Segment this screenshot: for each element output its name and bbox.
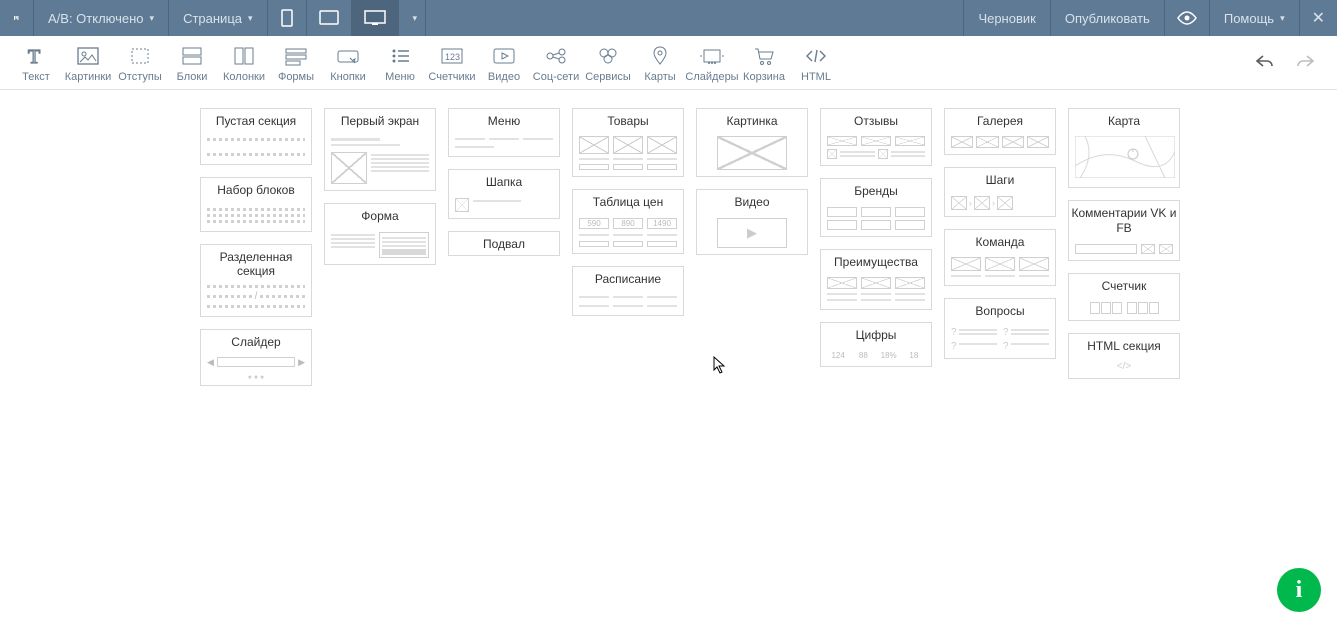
publish-button[interactable]: Опубликовать	[1051, 0, 1165, 36]
tool-services[interactable]: Сервисы	[582, 36, 634, 90]
device-tablet[interactable]	[307, 0, 352, 36]
block-map[interactable]: Карта	[1068, 108, 1180, 188]
tool-spacing[interactable]: Отступы	[114, 36, 166, 90]
block-steps[interactable]: Шаги ››	[944, 167, 1056, 216]
help-menu[interactable]: Помощь▾	[1210, 0, 1300, 36]
chevron-down-icon: ▾	[150, 13, 155, 24]
tool-cart[interactable]: Корзина	[738, 36, 790, 90]
block-block-set[interactable]: Набор блоков	[200, 177, 312, 231]
block-schedule[interactable]: Расписание	[572, 266, 684, 316]
topbar: A/B: Отключено ▾ Страница ▾ ▾ Черновик Опу…	[0, 0, 1337, 36]
undo-button[interactable]	[1255, 54, 1275, 71]
info-icon: i	[1296, 577, 1303, 604]
block-footer[interactable]: Подвал	[448, 231, 560, 256]
close-icon: ✕	[1312, 8, 1325, 28]
block-templates: Пустая секция Набор блоков Разделенная с…	[0, 90, 1337, 386]
tool-video[interactable]: Видео	[478, 36, 530, 90]
block-advantages[interactable]: Преимущества	[820, 249, 932, 310]
tool-maps[interactable]: Карты	[634, 36, 686, 90]
block-digits[interactable]: Цифры 1248818%18	[820, 322, 932, 366]
device-desktop[interactable]	[352, 0, 399, 36]
block-counter[interactable]: Счетчик	[1068, 273, 1180, 320]
block-image[interactable]: Картинка	[696, 108, 808, 177]
tool-counters[interactable]: 123Счетчики	[426, 36, 478, 90]
help-fab[interactable]: i	[1277, 568, 1321, 612]
tool-blocks[interactable]: Блоки	[166, 36, 218, 90]
block-comments[interactable]: Комментарии VK и FB	[1068, 200, 1180, 261]
block-html-section[interactable]: HTML секция </>	[1068, 333, 1180, 379]
tool-forms[interactable]: Формы	[270, 36, 322, 90]
ab-toggle-label: A/B: Отключено	[48, 11, 144, 26]
block-empty-section[interactable]: Пустая секция	[200, 108, 312, 165]
block-split-section[interactable]: Разделенная секция /	[200, 244, 312, 317]
ab-toggle[interactable]: A/B: Отключено ▾	[34, 0, 169, 36]
preview-button[interactable]	[1165, 0, 1210, 36]
status-draft: Черновик	[964, 0, 1050, 36]
page-menu-label: Страница	[183, 11, 242, 26]
page-menu[interactable]: Страница ▾	[169, 0, 267, 36]
block-form[interactable]: Форма	[324, 203, 436, 264]
block-team[interactable]: Команда	[944, 229, 1056, 286]
tool-menu[interactable]: Меню	[374, 36, 426, 90]
device-more[interactable]: ▾	[399, 0, 427, 36]
block-video[interactable]: Видео ▶	[696, 189, 808, 254]
svg-text:123: 123	[445, 52, 460, 62]
block-products[interactable]: Товары	[572, 108, 684, 177]
block-pricing[interactable]: Таблица цен 5908901490	[572, 189, 684, 253]
block-first-screen[interactable]: Первый экран	[324, 108, 436, 191]
tool-sliders[interactable]: Слайдеры	[686, 36, 738, 90]
block-slider[interactable]: Слайдер ◀▶ ● ● ●	[200, 329, 312, 386]
tool-text[interactable]: TТекст	[10, 36, 62, 90]
app-logo[interactable]	[0, 0, 34, 36]
toolbar: TТекст Картинки Отступы Блоки Колонки Фо…	[0, 36, 1337, 90]
chevron-down-icon: ▾	[248, 13, 253, 24]
device-mobile[interactable]	[268, 0, 307, 36]
block-brands[interactable]: Бренды	[820, 178, 932, 236]
topbar-spacer	[426, 0, 964, 36]
tool-buttons[interactable]: Кнопки	[322, 36, 374, 90]
tool-columns[interactable]: Колонки	[218, 36, 270, 90]
close-button[interactable]: ✕	[1300, 0, 1337, 36]
block-menu[interactable]: Меню	[448, 108, 560, 157]
tool-images[interactable]: Картинки	[62, 36, 114, 90]
block-reviews[interactable]: Отзывы	[820, 108, 932, 166]
chevron-down-icon: ▾	[1280, 13, 1285, 24]
block-faq[interactable]: Вопросы ????	[944, 298, 1056, 358]
svg-text:T: T	[28, 46, 40, 67]
chevron-down-icon: ▾	[413, 13, 418, 24]
redo-button[interactable]	[1295, 54, 1315, 71]
block-header[interactable]: Шапка	[448, 169, 560, 218]
block-gallery[interactable]: Галерея	[944, 108, 1056, 155]
tool-html[interactable]: HTML	[790, 36, 842, 90]
tool-social[interactable]: Соц-сети	[530, 36, 582, 90]
